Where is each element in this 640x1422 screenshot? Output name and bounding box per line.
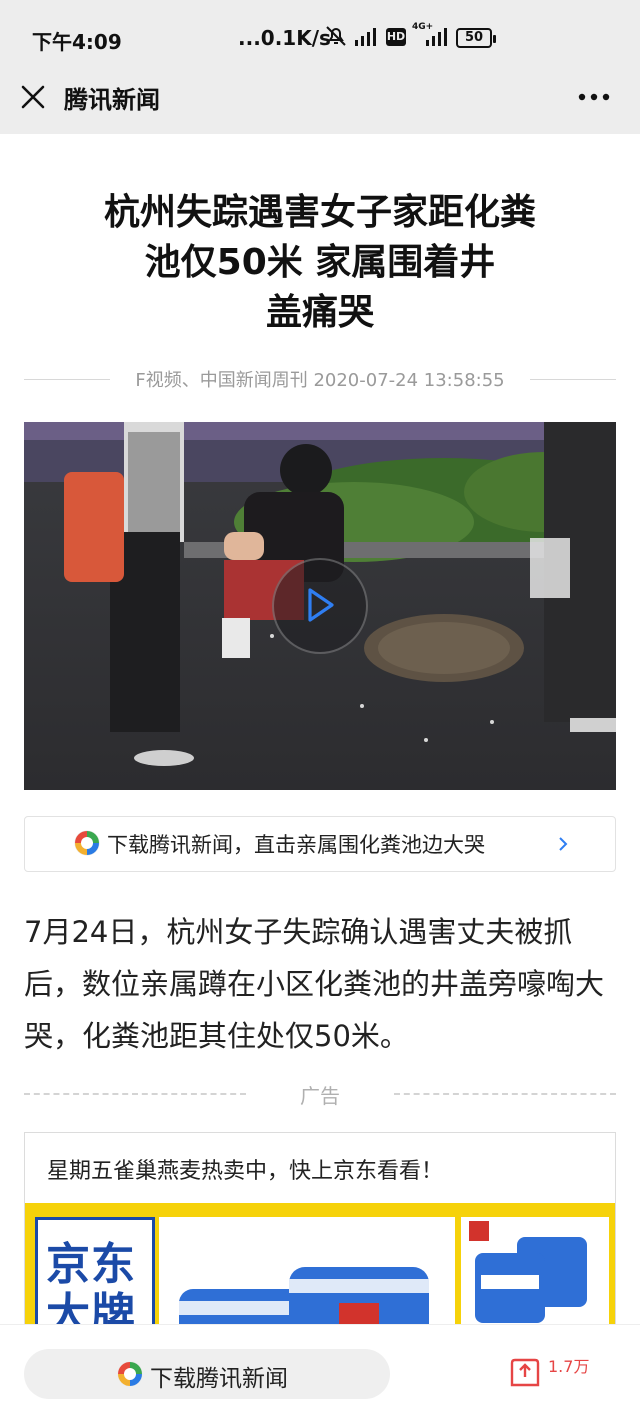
article-body: 7月24日，杭州女子失踪确认遇害丈夫被抓后，数位亲属蹲在小区化粪池的井盖旁嚎啕大…: [24, 915, 605, 1053]
battery-icon: 50: [456, 28, 496, 48]
article-headline: 杭州失踪遇害女子家距化粪 池仅50米 家属围着井 盖痛哭: [40, 188, 600, 338]
hd-icon: HD: [386, 28, 406, 46]
article-meta: F视频、中国新闻周刊 2020-07-24 13:58:55: [24, 364, 616, 394]
nav-bar: 腾讯新闻: [0, 74, 640, 134]
video-player[interactable]: [24, 422, 616, 790]
ad-title: 星期五雀巢燕麦热卖中，快上京东看看！: [47, 1159, 444, 1184]
status-time: 下午4:09: [32, 30, 122, 54]
download-app-button[interactable]: 下载腾讯新闻: [24, 1349, 390, 1399]
bottom-bar: 下载腾讯新闻 1.7万: [0, 1324, 640, 1422]
tencent-news-logo-icon: [117, 1361, 143, 1387]
divider: [530, 379, 616, 380]
signal-4g-icon: [426, 28, 447, 46]
download-app-banner[interactable]: 下载腾讯新闻，直击亲属围化粪池边大哭: [24, 816, 616, 872]
divider: [394, 1093, 616, 1095]
mute-icon: [326, 26, 346, 46]
close-icon[interactable]: [18, 82, 48, 112]
headline-line: 杭州失踪遇害女子家距化粪: [103, 192, 536, 233]
download-app-label: 下载腾讯新闻: [150, 1366, 288, 1392]
share-icon[interactable]: [508, 1355, 542, 1389]
play-button[interactable]: [272, 558, 368, 654]
signal-icon: [355, 28, 376, 46]
tencent-news-logo-icon: [74, 830, 100, 856]
headline-line: 盖痛哭: [265, 292, 374, 333]
play-icon: [308, 588, 334, 622]
ad-label-row: 广告: [24, 1078, 616, 1108]
more-icon[interactable]: [578, 92, 610, 102]
headline-line: 池仅50米 家属围着井: [144, 242, 496, 283]
share-count: 1.7万: [548, 1357, 590, 1376]
article-source-date: F视频、中国新闻周刊 2020-07-24 13:58:55: [135, 370, 505, 391]
download-banner-text: 下载腾讯新闻，直击亲属围化粪池边大哭: [107, 833, 485, 857]
network-speed: ...0.1K/s: [238, 26, 331, 50]
chevron-right-icon: [559, 837, 568, 851]
nav-title: 腾讯新闻: [64, 86, 160, 114]
divider: [24, 379, 110, 380]
status-bar: 下午4:09 ...0.1K/s HD 4G+ 50: [0, 0, 640, 74]
